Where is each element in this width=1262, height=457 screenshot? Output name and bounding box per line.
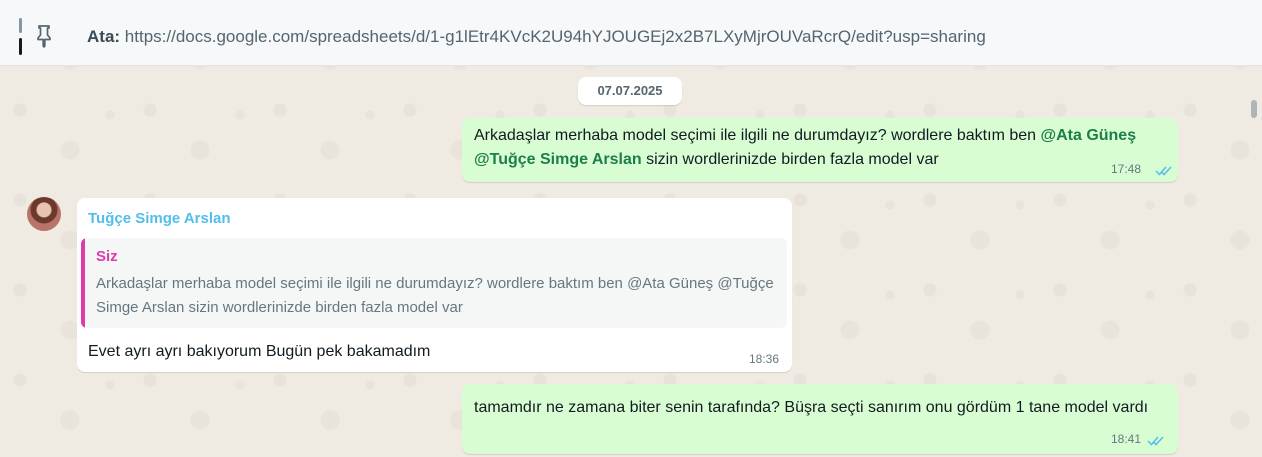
message-text: Arkadaşlar merhaba model seçimi ile ilgi… bbox=[474, 127, 1137, 168]
outgoing-message[interactable]: tamamdır ne zamana biter senin tarafında… bbox=[462, 384, 1178, 454]
mention-ata[interactable]: @Ata Güneş bbox=[1040, 127, 1136, 144]
date-separator: 07.07.2025 bbox=[578, 77, 682, 105]
outgoing-message[interactable]: Arkadaşlar merhaba model seçimi ile ilgi… bbox=[462, 118, 1178, 182]
message-sender-name[interactable]: Tuğçe Simge Arslan bbox=[88, 210, 231, 227]
quote-author: Siz bbox=[96, 248, 118, 265]
pinned-sender: Ata: bbox=[87, 27, 121, 46]
double-check-icon bbox=[1147, 433, 1165, 446]
avatar[interactable] bbox=[27, 197, 61, 231]
double-check-icon bbox=[1155, 163, 1173, 176]
quote-text: Arkadaşlar merhaba model seçimi ile ilgi… bbox=[96, 275, 774, 316]
incoming-message[interactable]: Tuğçe Simge Arslan Siz Arkadaşlar merhab… bbox=[77, 198, 792, 372]
message-text: Evet ayrı ayrı bakıyorum Bugün pek bakam… bbox=[88, 343, 431, 360]
message-text: tamamdır ne zamana biter senin tarafında… bbox=[474, 399, 1149, 416]
mention-tugce[interactable]: @Tuğçe Simge Arslan bbox=[474, 151, 642, 168]
pinned-message-bar[interactable]: Ata: https://docs.google.com/spreadsheet… bbox=[0, 0, 1262, 66]
pin-icon[interactable] bbox=[34, 24, 54, 48]
pinned-indicator bbox=[19, 18, 22, 55]
message-time: 17:48 bbox=[1111, 162, 1142, 176]
pinned-message-text[interactable]: Ata: https://docs.google.com/spreadsheet… bbox=[87, 27, 986, 47]
message-time: 18:41 bbox=[1111, 432, 1142, 446]
quote-accent-bar bbox=[81, 238, 85, 328]
quoted-message[interactable]: Siz Arkadaşlar merhaba model seçimi ile … bbox=[81, 238, 787, 328]
pinned-link[interactable]: https://docs.google.com/spreadsheets/d/1… bbox=[125, 27, 986, 46]
scrollbar-thumb[interactable] bbox=[1251, 100, 1257, 118]
message-time: 18:36 bbox=[749, 352, 780, 366]
